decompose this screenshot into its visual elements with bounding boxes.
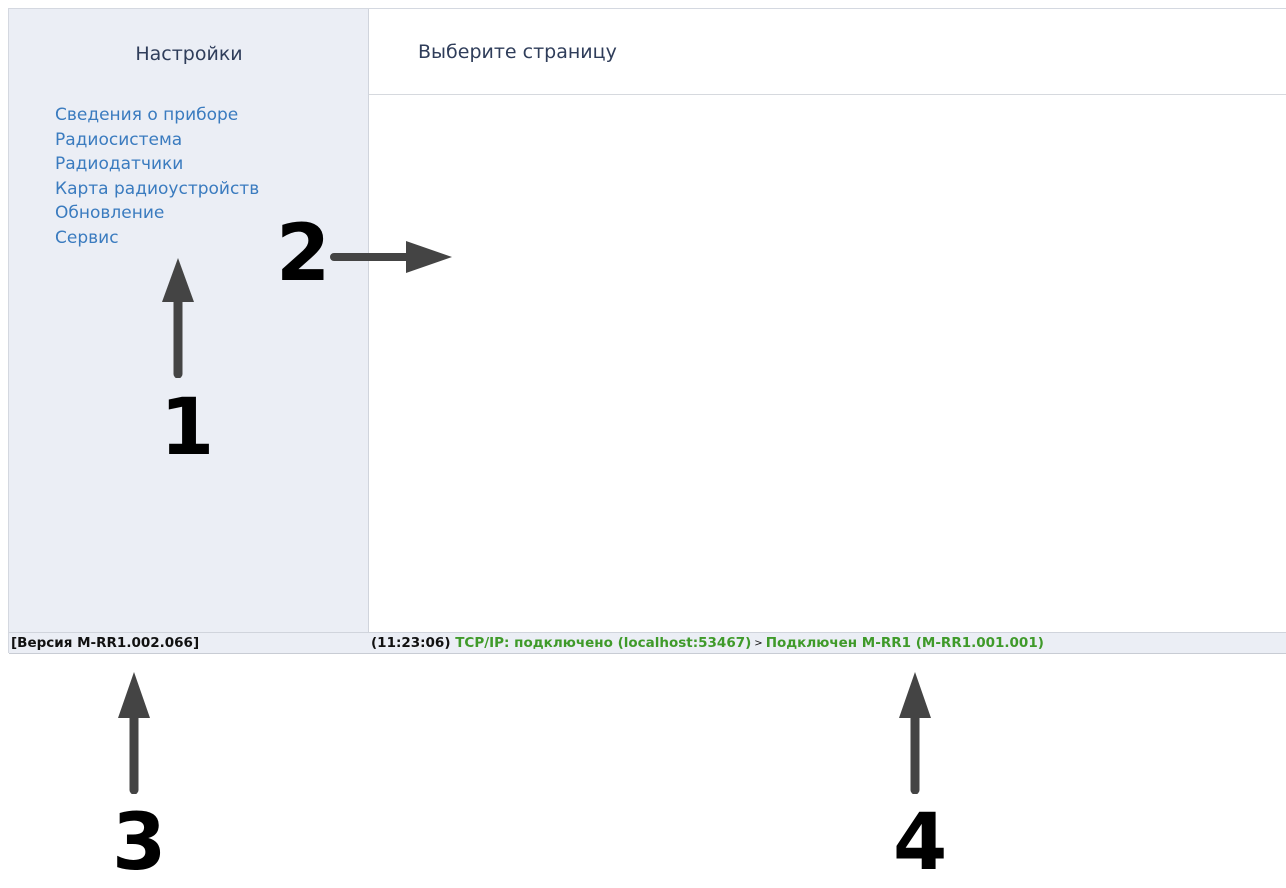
- sidebar-item-device-info[interactable]: Сведения о приборе: [55, 103, 259, 128]
- status-time: (11:23:06): [371, 635, 451, 651]
- annotation-label-2: 2: [276, 209, 331, 299]
- status-bar: [Версия M-RR1.002.066] (11:23:06) TCP/IP…: [9, 632, 1286, 654]
- connection-status: (11:23:06) TCP/IP: подключено (localhost…: [371, 633, 1044, 654]
- tcp-connection-status: TCP/IP: подключено (localhost:53467): [455, 635, 752, 651]
- version-label: [Версия M-RR1.002.066]: [11, 635, 200, 651]
- annotation-label-1: 1: [160, 383, 215, 473]
- sidebar-item-radio-system[interactable]: Радиосистема: [55, 128, 259, 153]
- annotation-arrow-3: [118, 672, 150, 794]
- device-connection-status: Подключен M-RR1 (M-RR1.001.001): [765, 635, 1044, 651]
- main-header: Выберите страницу: [369, 9, 1286, 95]
- main-content: Выберите страницу: [369, 9, 1286, 632]
- annotation-label-4: 4: [893, 798, 948, 888]
- sidebar-item-radio-sensors[interactable]: Радиодатчики: [55, 152, 259, 177]
- sidebar-nav: Сведения о приборе Радиосистема Радиодат…: [55, 103, 259, 250]
- sidebar-title: Настройки: [135, 43, 243, 65]
- status-separator: >: [754, 638, 763, 649]
- sidebar-item-update[interactable]: Обновление: [55, 201, 259, 226]
- sidebar-item-radio-device-map[interactable]: Карта радиоустройств: [55, 177, 259, 202]
- settings-sidebar: Настройки Сведения о приборе Радиосистем…: [9, 9, 369, 632]
- sidebar-item-service[interactable]: Сервис: [55, 226, 259, 251]
- app-window: Настройки Сведения о приборе Радиосистем…: [8, 8, 1286, 654]
- annotation-arrow-4: [899, 672, 931, 794]
- page-title: Выберите страницу: [418, 41, 617, 63]
- annotation-label-3: 3: [112, 798, 167, 888]
